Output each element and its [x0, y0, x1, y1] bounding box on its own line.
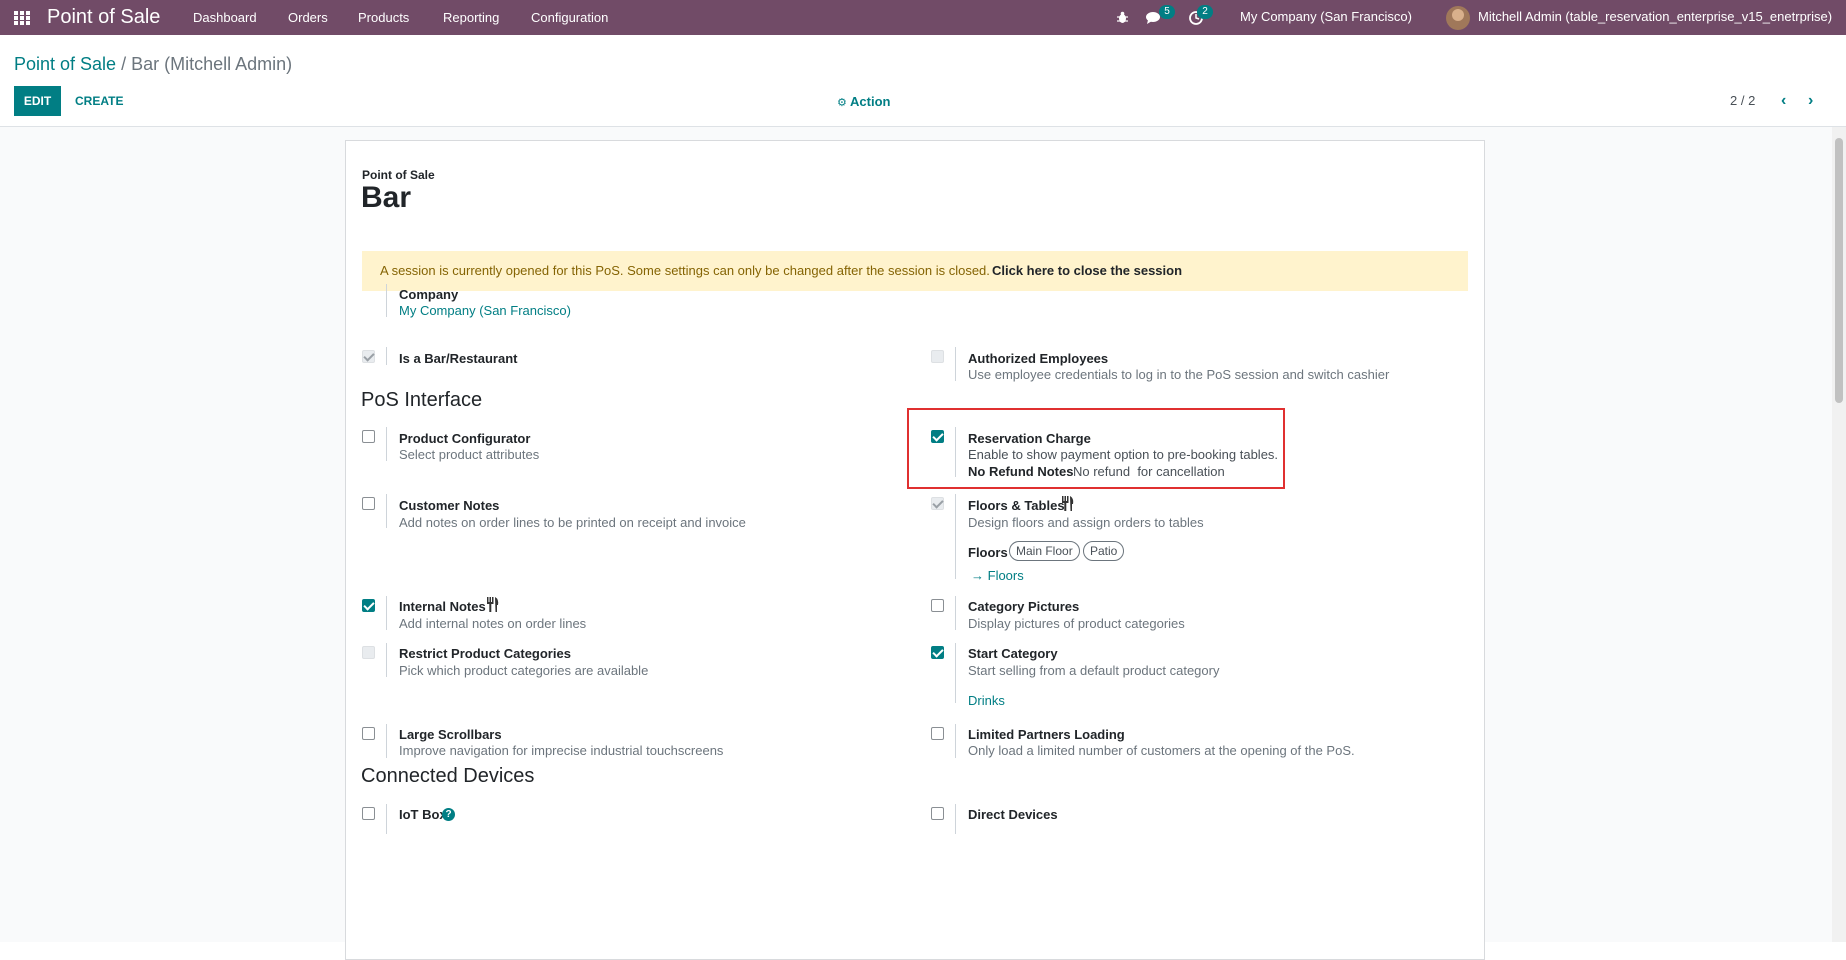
- is-bar-label: Is a Bar/Restaurant: [399, 351, 518, 366]
- category-pictures-label: Category Pictures: [968, 599, 1080, 614]
- menu-products[interactable]: Products: [358, 10, 409, 25]
- floors-tags: Main Floor Patio: [1009, 541, 1229, 563]
- record-name: Bar: [361, 181, 412, 214]
- authorized-employees-label: Authorized Employees: [968, 351, 1109, 366]
- category-pictures-desc: Display pictures of product categories: [968, 616, 1185, 631]
- restrict-categories-checkbox: [362, 646, 375, 659]
- page-scrollbar[interactable]: [1832, 127, 1846, 942]
- floor-tag-main-floor[interactable]: Main Floor: [1009, 541, 1080, 561]
- help-icon[interactable]: ?: [442, 808, 455, 821]
- apps-menu-icon[interactable]: [14, 11, 30, 25]
- top-navbar: Point of Sale Dashboard Orders Products …: [0, 0, 1846, 35]
- customer-notes-desc: Add notes on order lines to be printed o…: [399, 515, 746, 530]
- restrict-categories-label: Restrict Product Categories: [399, 646, 571, 661]
- limited-partners-desc: Only load a limited number of customers …: [968, 743, 1355, 758]
- internal-notes-checkbox[interactable]: [362, 599, 375, 612]
- section-pos-interface: PoS Interface: [361, 389, 483, 411]
- start-category-checkbox[interactable]: [931, 646, 944, 659]
- reservation-charge-label: Reservation Charge: [968, 431, 1091, 446]
- internal-notes-desc: Add internal notes on order lines: [399, 616, 587, 631]
- session-alert: A session is currently opened for this P…: [362, 251, 1468, 291]
- no-refund-notes-value[interactable]: No refund for cancellation: [1073, 464, 1225, 479]
- pager-next-icon[interactable]: ›: [1808, 92, 1813, 110]
- menu-reporting[interactable]: Reporting: [443, 10, 499, 25]
- no-refund-notes-label: No Refund Notes: [968, 464, 1074, 479]
- pager-value[interactable]: 2 / 2: [1730, 93, 1755, 108]
- menu-dashboard[interactable]: Dashboard: [193, 10, 257, 25]
- control-panel: Point of Sale / Bar (Mitchell Admin) EDI…: [0, 35, 1846, 127]
- internal-notes-label: Internal Notes: [399, 599, 486, 614]
- authorized-employees-checkbox: [931, 350, 944, 363]
- breadcrumb: Point of Sale / Bar (Mitchell Admin): [14, 54, 292, 75]
- start-category-label: Start Category: [968, 646, 1058, 661]
- product-configurator-desc: Select product attributes: [399, 447, 540, 462]
- user-avatar[interactable]: [1446, 6, 1470, 30]
- gear-icon: ⚙: [837, 97, 847, 109]
- restrict-categories-desc: Pick which product categories are availa…: [399, 663, 649, 678]
- is-bar-checkbox: [362, 350, 375, 363]
- floors-link[interactable]: → Floors: [971, 568, 1024, 583]
- user-menu[interactable]: Mitchell Admin (table_reservation_enterp…: [1478, 9, 1832, 24]
- large-scrollbars-desc: Improve navigation for imprecise industr…: [399, 743, 724, 758]
- reservation-charge-checkbox[interactable]: [931, 430, 944, 443]
- limited-partners-checkbox[interactable]: [931, 727, 944, 740]
- activities-count-badge: 2: [1197, 5, 1213, 19]
- form-subtitle: Point of Sale: [362, 168, 435, 182]
- start-category-desc: Start selling from a default product cat…: [968, 663, 1220, 678]
- menu-orders[interactable]: Orders: [288, 10, 328, 25]
- floor-tag-patio[interactable]: Patio: [1083, 541, 1125, 561]
- floors-tables-label: Floors & Tables: [968, 498, 1065, 513]
- action-dropdown[interactable]: ⚙ Action: [837, 94, 890, 109]
- customer-notes-label: Customer Notes: [399, 498, 500, 513]
- arrow-right-icon: →: [971, 568, 984, 583]
- close-session-link[interactable]: Click here to close the session: [992, 263, 1182, 278]
- floors-tables-desc: Design floors and assign orders to table…: [968, 515, 1204, 530]
- form-view: Point of Sale Bar A session is currently…: [0, 127, 1846, 960]
- scrollbar-thumb[interactable]: [1835, 138, 1843, 403]
- limited-partners-label: Limited Partners Loading: [968, 727, 1125, 742]
- iot-box-checkbox[interactable]: [362, 807, 375, 820]
- authorized-employees-desc: Use employee credentials to log in to th…: [968, 367, 1390, 382]
- alert-text: A session is currently opened for this P…: [380, 263, 990, 278]
- customer-notes-checkbox[interactable]: [362, 497, 375, 510]
- large-scrollbars-label: Large Scrollbars: [399, 727, 502, 742]
- product-configurator-checkbox[interactable]: [362, 430, 375, 443]
- breadcrumb-separator: /: [121, 54, 127, 74]
- start-category-value[interactable]: Drinks: [968, 693, 1005, 708]
- direct-devices-checkbox[interactable]: [931, 807, 944, 820]
- product-configurator-label: Product Configurator: [399, 431, 531, 446]
- floors-link-label: Floors: [987, 568, 1024, 583]
- company-label: Company: [399, 287, 459, 302]
- action-label: Action: [850, 94, 891, 109]
- large-scrollbars-checkbox[interactable]: [362, 727, 375, 740]
- iot-box-label: IoT Box: [399, 807, 447, 822]
- menu-configuration[interactable]: Configuration: [531, 10, 608, 25]
- category-pictures-checkbox[interactable]: [931, 599, 944, 612]
- direct-devices-label: Direct Devices: [968, 807, 1058, 822]
- section-connected-devices: Connected Devices: [361, 765, 535, 787]
- reservation-charge-desc: Enable to show payment option to pre-boo…: [968, 447, 1279, 462]
- company-switcher[interactable]: My Company (San Francisco): [1240, 9, 1412, 24]
- edit-button[interactable]: EDIT: [14, 86, 61, 116]
- company-field[interactable]: My Company (San Francisco): [399, 303, 571, 318]
- pager-previous-icon[interactable]: ‹: [1781, 92, 1786, 110]
- floors-label: Floors: [968, 545, 1008, 560]
- create-button[interactable]: CREATE: [75, 94, 123, 108]
- floors-tables-checkbox: [931, 497, 944, 510]
- form-sheet: Point of Sale Bar A session is currently…: [345, 140, 1485, 960]
- messages-count-badge: 5: [1159, 5, 1175, 19]
- breadcrumb-parent[interactable]: Point of Sale: [14, 54, 116, 74]
- app-title[interactable]: Point of Sale: [47, 6, 160, 29]
- restaurant-cutlery-icon: [487, 597, 499, 612]
- bug-icon[interactable]: [1116, 11, 1129, 24]
- restaurant-cutlery-icon: [1062, 496, 1074, 511]
- breadcrumb-current: Bar (Mitchell Admin): [131, 54, 293, 74]
